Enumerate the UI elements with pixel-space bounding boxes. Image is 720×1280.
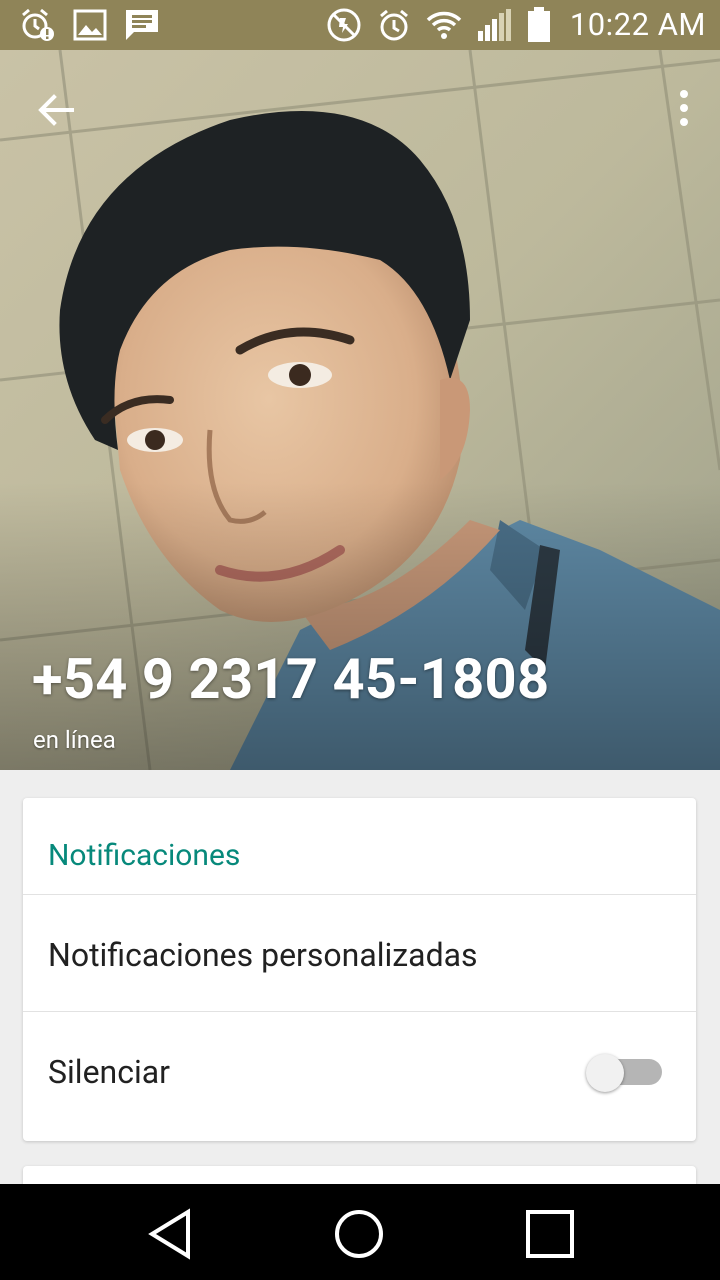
contact-status: en línea — [33, 726, 116, 754]
notifications-card: Notificaciones Notificaciones personaliz… — [23, 798, 696, 1141]
gallery-icon — [73, 9, 107, 41]
battery-icon — [527, 6, 550, 42]
signal-icon — [477, 8, 511, 41]
overflow-menu-icon[interactable] — [672, 86, 696, 130]
contact-header: +54 9 2317 45-1808 en línea — [0, 50, 720, 770]
back-arrow-icon[interactable] — [34, 88, 78, 132]
mute-label: Silenciar — [48, 1053, 170, 1091]
mute-toggle-thumb — [586, 1054, 624, 1092]
status-time: 10:22 AM — [569, 6, 706, 43]
message-icon — [126, 10, 158, 40]
custom-notifications-item[interactable]: Notificaciones personalizadas — [23, 895, 696, 1012]
status-bar: 10:22 AM — [0, 0, 720, 50]
nav-back-icon[interactable] — [142, 1204, 202, 1264]
mute-item[interactable]: Silenciar — [23, 1012, 696, 1129]
notifications-section-title: Notificaciones — [23, 798, 696, 895]
wifi-icon — [426, 11, 462, 39]
mute-icon — [327, 8, 361, 41]
alarm-warning-icon — [22, 8, 54, 41]
navigation-bar — [0, 1184, 720, 1280]
custom-notifications-label: Notificaciones personalizadas — [48, 936, 478, 974]
nav-recents-icon[interactable] — [519, 1204, 579, 1264]
contact-name: +54 9 2317 45-1808 — [32, 646, 550, 712]
mute-toggle[interactable] — [586, 1053, 664, 1092]
nav-home-icon[interactable] — [329, 1204, 389, 1264]
alarm-icon — [379, 9, 408, 40]
